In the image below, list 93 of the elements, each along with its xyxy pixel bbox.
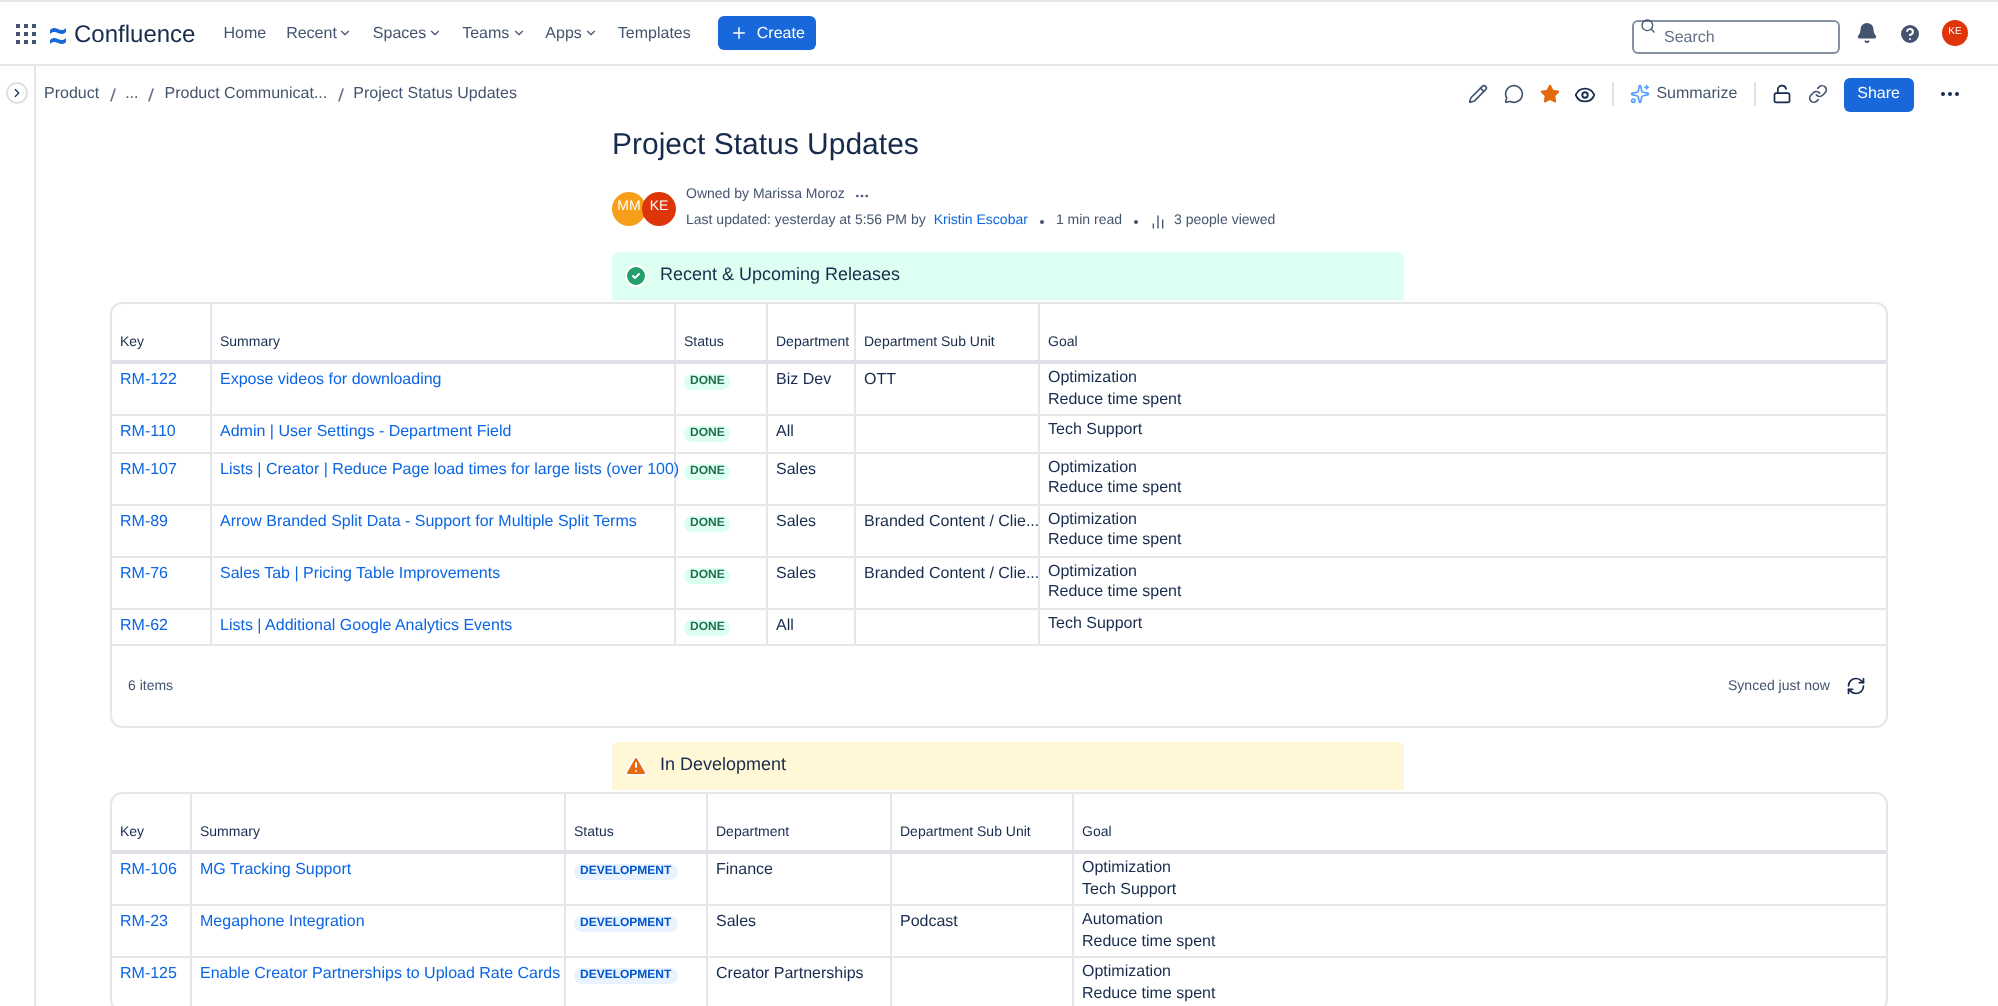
- goal-text: Optimization: [1082, 962, 1173, 983]
- table-cell: Sales: [716, 912, 757, 930]
- comment-icon[interactable]: [1504, 84, 1525, 104]
- nav-menu-item[interactable]: Spaces: [372, 21, 443, 45]
- issue-key-link[interactable]: RM-110: [120, 422, 176, 440]
- summary-link[interactable]: Expose videos for downloading: [220, 370, 442, 388]
- table-cell: Sales: [776, 459, 817, 477]
- summary-link[interactable]: MG Tracking Support: [200, 860, 352, 878]
- breadcrumb-separator-icon: [148, 87, 155, 101]
- table-cell: OTT: [864, 370, 896, 388]
- dot-separator: [1134, 219, 1139, 224]
- goal-text: Automation: [1082, 910, 1165, 931]
- app-grid-icon[interactable]: [16, 23, 36, 43]
- goal-text: Reduce time spent: [1048, 478, 1184, 499]
- nav-menu-item[interactable]: Teams: [462, 21, 526, 45]
- goal-text: Optimization: [1048, 368, 1139, 389]
- goal-text: Optimization: [1048, 561, 1139, 582]
- star-icon[interactable]: [1540, 84, 1561, 104]
- nav-menu-item[interactable]: Recent: [286, 21, 353, 45]
- table-cell: Branded Content / Clie...: [864, 511, 1040, 529]
- link-icon[interactable]: [1807, 84, 1828, 104]
- goal-text: Tech Support: [1048, 420, 1145, 441]
- breadcrumb-separator-icon: [109, 87, 116, 101]
- chevron-down-icon: [583, 26, 598, 40]
- table-cell: Finance: [716, 860, 773, 878]
- table-cell: Branded Content / Clie...: [864, 563, 1040, 581]
- goal-text: Reduce time spent: [1082, 931, 1218, 952]
- summarize-button[interactable]: Summarize: [1612, 82, 1756, 106]
- goal-text: Optimization: [1082, 858, 1173, 879]
- check-icon: [624, 264, 648, 288]
- chevron-down-icon: [511, 26, 526, 40]
- goal-text: Optimization: [1048, 509, 1139, 530]
- summary-link[interactable]: Megaphone Integration: [200, 912, 365, 930]
- chart-icon: [1150, 213, 1167, 230]
- logo-icon[interactable]: [48, 23, 68, 43]
- table-cell: All: [776, 615, 794, 633]
- goal-text: Tech Support: [1082, 879, 1179, 900]
- breadcrumb-link[interactable]: Project Status Updates: [353, 82, 517, 106]
- refresh-icon[interactable]: [1846, 676, 1866, 696]
- summary-link[interactable]: Enable Creator Partnerships to Upload Rate Cards: [200, 964, 561, 982]
- notification-icon[interactable]: [1856, 22, 1878, 44]
- issue-key-link[interactable]: RM-23: [120, 912, 169, 930]
- panel-title: In Development: [660, 752, 787, 779]
- goal-text: Reduce time spent: [1048, 582, 1184, 603]
- edit-icon[interactable]: [1468, 84, 1489, 104]
- nav-menu-item[interactable]: Apps: [545, 21, 598, 45]
- sidebar-toggle[interactable]: [6, 82, 28, 104]
- panel-title: Recent & Upcoming Releases: [660, 262, 901, 289]
- dot-separator: [1039, 219, 1044, 224]
- lock-icon[interactable]: [1771, 84, 1792, 104]
- plus-icon: [730, 24, 749, 42]
- issue-key-link[interactable]: RM-62: [120, 615, 169, 633]
- search-field[interactable]: Search: [1632, 19, 1840, 53]
- share-button[interactable]: Share: [1843, 77, 1914, 111]
- table-cell: Biz Dev: [776, 370, 832, 388]
- issue-key-link[interactable]: RM-106: [120, 860, 177, 878]
- create-button[interactable]: Create: [718, 16, 817, 50]
- nav-menu-item[interactable]: Templates: [617, 21, 691, 45]
- issue-key-link[interactable]: RM-107: [120, 459, 177, 477]
- nav-menu-item[interactable]: Home: [223, 21, 267, 45]
- summary-link[interactable]: Admin | User Settings - Department Field: [220, 422, 512, 440]
- goal-text: Optimization: [1048, 457, 1139, 478]
- table-cell: Creator Partnerships: [716, 964, 864, 982]
- table-cell: Sales: [776, 511, 817, 529]
- goal-text: Reduce time spent: [1048, 389, 1184, 410]
- summary-link[interactable]: Lists | Additional Google Analytics Events: [220, 615, 513, 633]
- watch-icon[interactable]: [1574, 83, 1597, 105]
- summary-link[interactable]: Sales Tab | Pricing Table Improvements: [220, 563, 501, 581]
- warning-icon: [624, 754, 648, 778]
- search-icon: [1640, 18, 1656, 34]
- help-icon[interactable]: [1898, 21, 1922, 45]
- issue-key-link[interactable]: RM-122: [120, 370, 177, 388]
- page-title: Project Status Updates: [612, 126, 921, 166]
- breadcrumb-link[interactable]: Product: [44, 82, 100, 106]
- issue-key-link[interactable]: RM-76: [120, 563, 169, 581]
- breadcrumb-link[interactable]: ...: [125, 82, 139, 106]
- issue-key-link[interactable]: RM-89: [120, 511, 169, 529]
- breadcrumb-link[interactable]: Product Communicat...: [164, 82, 328, 106]
- sparkle-icon: [1630, 84, 1651, 104]
- breadcrumb-separator-icon: [337, 87, 344, 101]
- chevron-right-icon: [10, 86, 24, 100]
- goal-text: Reduce time spent: [1048, 530, 1184, 551]
- chevron-down-icon: [338, 26, 353, 40]
- issue-key-link[interactable]: RM-125: [120, 964, 177, 982]
- table-cell: Podcast: [900, 912, 958, 930]
- summary-link[interactable]: Lists | Creator | Reduce Page load times for large lists (over 100): [220, 459, 680, 477]
- goal-text: Tech Support: [1048, 613, 1145, 634]
- table-cell: Sales: [776, 563, 817, 581]
- table-cell: All: [776, 422, 794, 440]
- chevron-down-icon: [428, 26, 443, 40]
- summary-link[interactable]: Arrow Branded Split Data - Support for Multiple Split Terms: [220, 511, 637, 529]
- product-name[interactable]: Confluence: [74, 15, 196, 51]
- goal-text: Reduce time spent: [1082, 983, 1218, 1004]
